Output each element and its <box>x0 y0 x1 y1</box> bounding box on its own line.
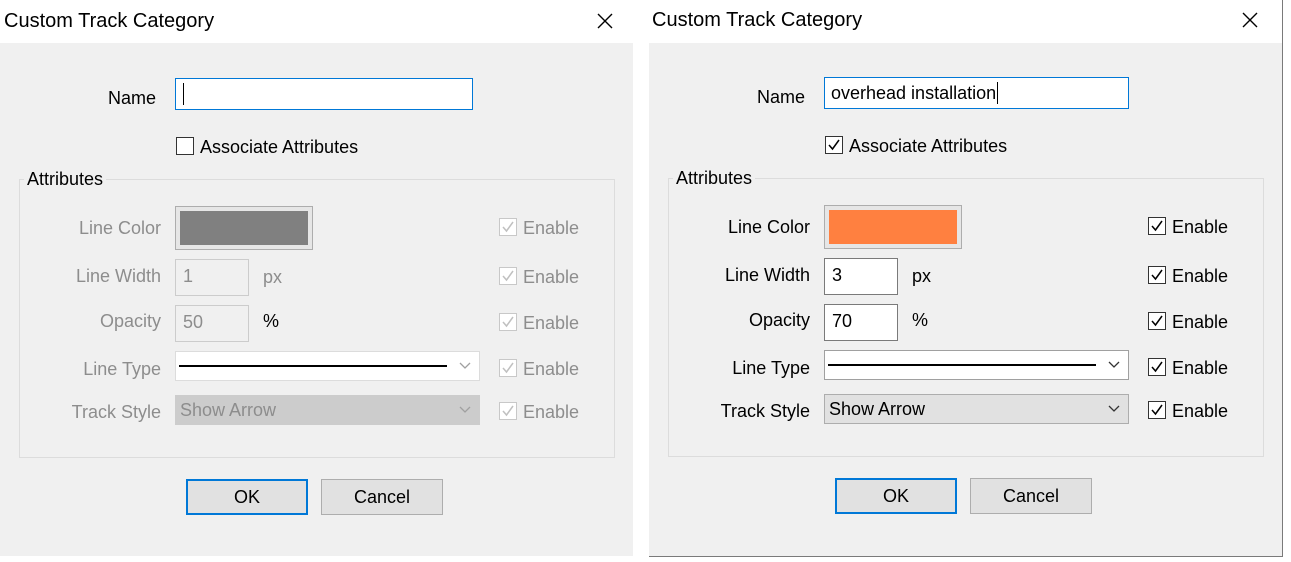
line-width-label: Line Width <box>724 265 810 285</box>
line-type-dropdown[interactable] <box>175 351 480 381</box>
cancel-button[interactable]: Cancel <box>321 479 443 515</box>
line-width-unit: px <box>912 266 932 286</box>
text-caret <box>183 83 184 105</box>
opacity-input[interactable]: 50 <box>175 305 249 342</box>
attributes-group-title: Attributes <box>24 169 107 190</box>
check-icon <box>502 405 514 417</box>
associate-attributes-label: Associate Attributes <box>200 137 359 157</box>
track-style-value: Show Arrow <box>180 400 277 420</box>
check-icon <box>828 139 840 151</box>
track-style-enable-checkbox[interactable] <box>1148 401 1166 419</box>
line-width-unit: px <box>263 267 283 287</box>
line-color-label: Line Color <box>727 217 810 237</box>
check-icon <box>1151 269 1163 281</box>
line-color-swatch <box>829 210 957 244</box>
opacity-unit: % <box>912 310 929 330</box>
dialog-custom-track-category-filled: Custom Track Category Name overhead inst… <box>649 0 1283 557</box>
line-width-enable-label: Enable <box>523 267 580 287</box>
track-style-dropdown[interactable]: Show Arrow <box>175 395 480 425</box>
line-width-enable-checkbox[interactable] <box>499 267 517 285</box>
name-input-value: overhead installation <box>831 82 997 103</box>
ok-button[interactable]: OK <box>186 479 308 515</box>
line-color-swatch <box>180 211 308 245</box>
opacity-enable-checkbox[interactable] <box>1148 312 1166 330</box>
line-color-label: Line Color <box>78 218 161 238</box>
ok-button[interactable]: OK <box>835 478 957 514</box>
close-icon[interactable] <box>593 9 617 33</box>
line-color-enable-label: Enable <box>1172 217 1229 237</box>
line-type-preview <box>179 365 447 367</box>
track-style-dropdown[interactable]: Show Arrow <box>824 394 1129 424</box>
track-style-enable-checkbox[interactable] <box>499 402 517 420</box>
line-type-enable-checkbox[interactable] <box>499 359 517 377</box>
attributes-group-title: Attributes <box>673 168 756 189</box>
check-icon <box>502 316 514 328</box>
opacity-enable-label: Enable <box>523 313 580 333</box>
line-color-enable-checkbox[interactable] <box>1148 217 1166 235</box>
line-type-label: Line Type <box>83 359 161 379</box>
track-style-label: Track Style <box>71 402 161 422</box>
opacity-input[interactable]: 70 <box>824 304 898 341</box>
line-type-enable-label: Enable <box>1172 358 1229 378</box>
line-width-label: Line Width <box>75 266 161 286</box>
line-width-input[interactable]: 3 <box>824 258 898 295</box>
line-type-enable-checkbox[interactable] <box>1148 358 1166 376</box>
track-style-value: Show Arrow <box>829 399 926 419</box>
chevron-down-icon <box>459 406 471 413</box>
text-caret <box>997 82 999 104</box>
line-type-label: Line Type <box>732 358 810 378</box>
dialog-title: Custom Track Category <box>652 9 863 31</box>
chevron-down-icon <box>459 362 471 369</box>
line-width-enable-checkbox[interactable] <box>1148 266 1166 284</box>
line-color-button[interactable] <box>175 206 313 250</box>
title-bar: Custom Track Category <box>0 0 633 43</box>
opacity-label: Opacity <box>99 311 161 331</box>
chevron-down-icon <box>1108 361 1120 368</box>
cancel-button[interactable]: Cancel <box>970 478 1092 514</box>
check-icon <box>1151 315 1163 327</box>
opacity-enable-checkbox[interactable] <box>499 313 517 331</box>
opacity-label: Opacity <box>748 310 810 330</box>
line-color-enable-label: Enable <box>523 218 580 238</box>
dialog-title: Custom Track Category <box>4 10 215 32</box>
check-icon <box>502 270 514 282</box>
opacity-enable-label: Enable <box>1172 312 1229 332</box>
check-icon <box>1151 220 1163 232</box>
title-bar: Custom Track Category <box>649 0 1282 43</box>
check-icon <box>502 362 514 374</box>
track-style-label: Track Style <box>720 401 810 421</box>
line-width-enable-label: Enable <box>1172 266 1229 286</box>
opacity-unit: % <box>263 311 280 331</box>
check-icon <box>1151 361 1163 373</box>
associate-attributes-checkbox[interactable] <box>825 136 843 154</box>
track-style-enable-label: Enable <box>1172 401 1229 421</box>
dialog-custom-track-category-empty: Custom Track Category Name Associate Att… <box>0 0 633 556</box>
line-color-enable-checkbox[interactable] <box>499 218 517 236</box>
track-style-enable-label: Enable <box>523 402 580 422</box>
name-label: Name <box>107 88 156 108</box>
close-icon[interactable] <box>1238 8 1262 32</box>
line-width-input[interactable]: 1 <box>175 259 249 296</box>
check-icon <box>1151 404 1163 416</box>
line-color-button[interactable] <box>824 205 962 249</box>
line-type-dropdown[interactable] <box>824 350 1129 380</box>
associate-attributes-checkbox[interactable] <box>176 137 194 155</box>
chevron-down-icon <box>1108 405 1120 412</box>
line-type-enable-label: Enable <box>523 359 580 379</box>
line-type-preview <box>828 364 1096 366</box>
name-input[interactable] <box>175 78 473 110</box>
name-label: Name <box>756 87 805 107</box>
name-input[interactable]: overhead installation <box>824 77 1129 109</box>
associate-attributes-label: Associate Attributes <box>849 136 1008 156</box>
check-icon <box>502 221 514 233</box>
